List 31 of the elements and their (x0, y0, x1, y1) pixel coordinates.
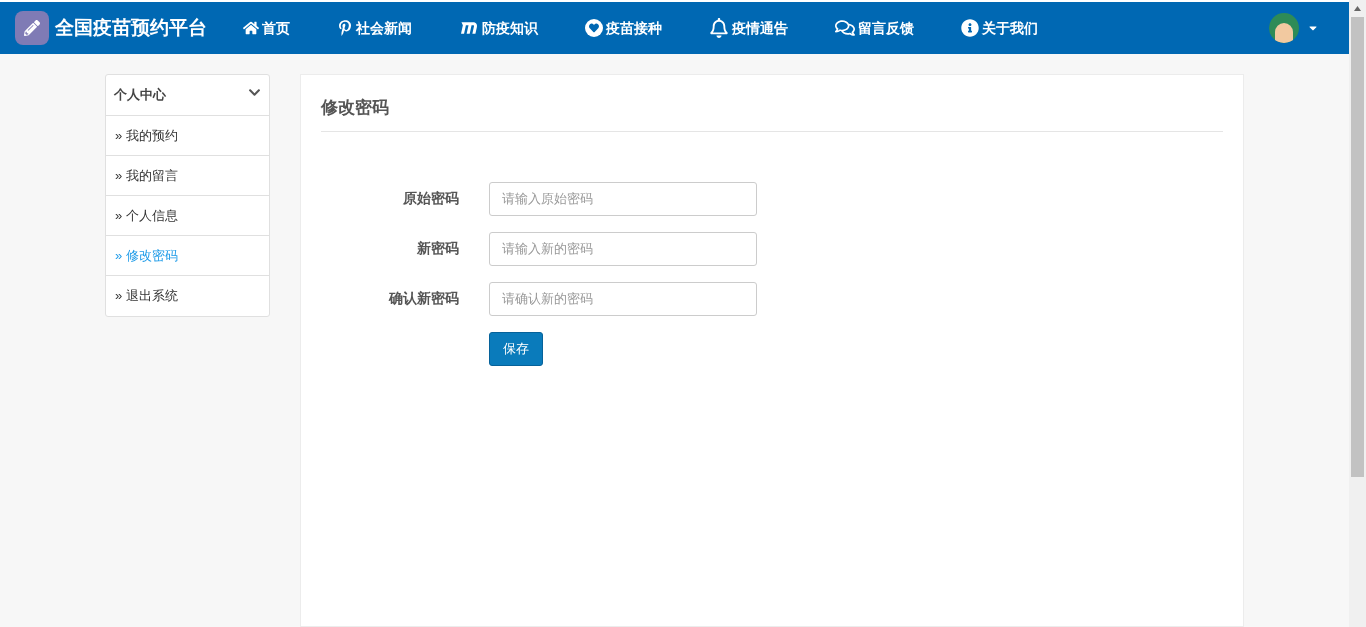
field-label: 原始密码 (402, 189, 459, 208)
letter-m-icon (459, 20, 479, 36)
scrollbar-drawing[interactable] (1349, 0, 1366, 627)
pencil-logo-icon (15, 11, 49, 45)
nav-link[interactable]: 防疫知识 (459, 17, 538, 39)
nav-link[interactable]: 首页 (243, 17, 290, 39)
save-button[interactable]: 保存 (489, 331, 543, 366)
bell-icon (709, 18, 729, 38)
brand-title[interactable]: 全国疫苗预约平台 (55, 13, 207, 43)
password-input[interactable]: 请输入原始密码 (489, 181, 757, 216)
panel-title: 修改密码 (321, 97, 390, 119)
pin-icon (337, 20, 353, 36)
nav-link[interactable]: 疫情通告 (709, 17, 788, 39)
password-input[interactable]: 请确认新的密码 (489, 281, 757, 316)
sidebar-item[interactable]: » 个人信息 (106, 196, 269, 236)
nav-link[interactable]: 留言反馈 (835, 17, 914, 39)
sidebar-item[interactable]: » 退出系统 (106, 276, 269, 316)
sidebar-title: 个人中心 (114, 86, 166, 105)
nav-link[interactable]: 社会新闻 (337, 17, 412, 39)
sidebar-item[interactable]: » 我的留言 (106, 156, 269, 196)
avatar-icon[interactable] (1269, 13, 1299, 43)
sidebar-item[interactable]: » 修改密码 (106, 236, 269, 276)
sidebar-item[interactable]: » 我的预约 (106, 116, 269, 156)
field-label: 新密码 (416, 239, 459, 258)
nav-link[interactable]: 疫苗接种 (585, 17, 662, 39)
home-icon (243, 20, 259, 36)
chat-bubbles-icon (835, 18, 855, 38)
password-input[interactable]: 请输入新的密码 (489, 231, 757, 266)
field-label: 确认新密码 (387, 289, 459, 308)
info-icon (961, 19, 979, 37)
nav-link[interactable]: 关于我们 (961, 17, 1038, 39)
